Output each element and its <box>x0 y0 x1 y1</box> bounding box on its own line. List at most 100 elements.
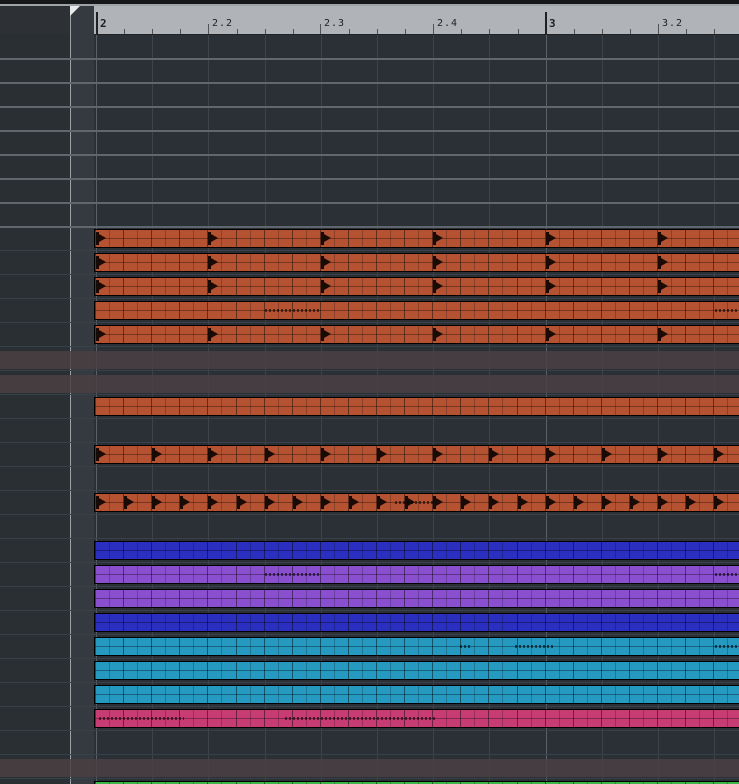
clip-orange[interactable] <box>94 325 739 344</box>
clip-step-line <box>264 278 265 295</box>
ruler-marker-label: 2 <box>100 17 108 30</box>
clip-step-line <box>671 614 672 631</box>
clip-step-line <box>587 590 588 607</box>
clip-step-line <box>390 662 391 679</box>
clip-step-line <box>657 638 658 655</box>
ruler-sub-tick <box>686 29 688 34</box>
clip-step-line <box>545 710 546 727</box>
clip-step-line <box>460 398 461 415</box>
clip-step-line <box>250 710 251 727</box>
clip-step-line <box>727 710 728 727</box>
clip-step-line <box>446 230 447 247</box>
clip-step-line <box>221 230 222 247</box>
clip-step-line <box>95 590 96 607</box>
ruler-sub-tick <box>405 29 407 34</box>
track-list-panel[interactable] <box>0 34 70 784</box>
clip-step-line <box>334 638 335 655</box>
clip-step-line <box>713 710 714 727</box>
clip-blue[interactable] <box>94 541 739 560</box>
ruler-sub-tick <box>152 29 154 34</box>
clip-step-line <box>151 542 152 559</box>
clip-step-line <box>531 254 532 271</box>
clip-orange[interactable] <box>94 493 739 512</box>
clip-cyan[interactable] <box>94 685 739 704</box>
clip-orange[interactable] <box>94 229 739 248</box>
clip-step-line <box>432 614 433 631</box>
clip-cyan[interactable] <box>94 661 739 680</box>
clip-step-line <box>643 686 644 703</box>
clip-step-line <box>685 638 686 655</box>
clip-purple[interactable] <box>94 565 739 584</box>
note-hit-icon <box>208 256 218 269</box>
clip-step-line <box>404 398 405 415</box>
ruler-beat-tick <box>208 24 209 34</box>
clip-pink[interactable] <box>94 709 739 728</box>
clip-orange[interactable] <box>94 445 739 464</box>
timeline-ruler[interactable]: 2 2.2 2.3 2.4 3 3.2 <box>94 6 739 35</box>
clip-step-line <box>95 710 96 727</box>
clip-step-line <box>123 230 124 247</box>
clip-step-line <box>559 566 560 583</box>
clip-step-line <box>517 662 518 679</box>
clip-step-line <box>221 326 222 343</box>
clip-step-line <box>460 542 461 559</box>
clip-step-line <box>517 590 518 607</box>
clip-step-line <box>376 662 377 679</box>
track-separator <box>0 322 739 323</box>
clip-step-line <box>362 398 363 415</box>
clip-step-line <box>629 254 630 271</box>
clip-step-line <box>179 326 180 343</box>
clip-step-line <box>236 590 237 607</box>
clip-step-line <box>278 254 279 271</box>
gutter-divider[interactable] <box>70 6 71 784</box>
clip-blue[interactable] <box>94 613 739 632</box>
clip-step-line <box>165 230 166 247</box>
clip-cyan[interactable] <box>94 637 739 656</box>
clip-step-line <box>446 446 447 463</box>
clip-step-line <box>95 662 96 679</box>
track-separator <box>0 514 739 515</box>
clip-step-line <box>502 398 503 415</box>
clip-orange[interactable] <box>94 301 739 320</box>
clip-step-line <box>474 638 475 655</box>
clip-step-line <box>559 398 560 415</box>
clip-step-line <box>278 686 279 703</box>
clip-step-line <box>545 614 546 631</box>
clip-step-line <box>601 662 602 679</box>
clip-step-line <box>446 278 447 295</box>
selected-track-band[interactable] <box>0 759 739 777</box>
clip-step-line <box>123 662 124 679</box>
clip-step-line <box>488 590 489 607</box>
clip-step-line <box>123 302 124 319</box>
clip-step-line <box>151 278 152 295</box>
clip-step-line <box>320 662 321 679</box>
track-separator <box>0 730 739 731</box>
selected-track-band[interactable] <box>0 375 739 393</box>
clip-orange[interactable] <box>94 397 739 416</box>
clip-step-line <box>629 230 630 247</box>
ruler-sub-tick <box>377 29 378 34</box>
clip-waveform <box>715 573 739 576</box>
clip-orange[interactable] <box>94 253 739 272</box>
clip-step-line <box>348 542 349 559</box>
clip-step-line <box>643 590 644 607</box>
note-hit-icon <box>686 496 696 509</box>
clip-step-line <box>559 590 560 607</box>
clip-step-line <box>278 446 279 463</box>
note-hit-icon <box>208 232 218 245</box>
clip-step-line <box>418 614 419 631</box>
note-hit-icon <box>574 496 584 509</box>
clip-step-line <box>376 230 377 247</box>
clip-orange[interactable] <box>94 277 739 296</box>
clip-step-line <box>432 638 433 655</box>
clip-step-line <box>615 542 616 559</box>
clip-purple[interactable] <box>94 589 739 608</box>
selected-track-band[interactable] <box>0 351 739 369</box>
clip-step-line <box>264 398 265 415</box>
clip-step-line <box>601 398 602 415</box>
clip-step-line <box>460 614 461 631</box>
clip-step-line <box>601 710 602 727</box>
clip-step-line <box>643 710 644 727</box>
clip-step-line <box>587 398 588 415</box>
clip-step-line <box>671 302 672 319</box>
